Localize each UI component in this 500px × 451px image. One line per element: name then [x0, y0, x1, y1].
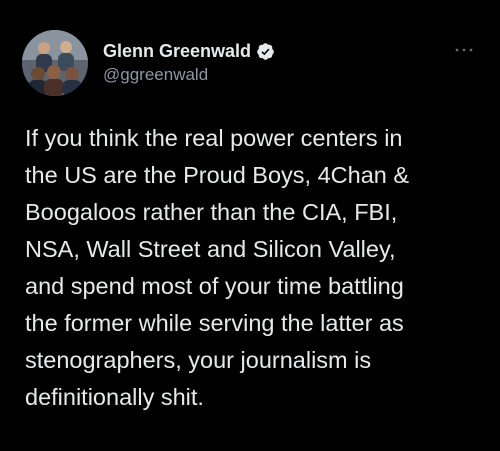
- author-name-row[interactable]: Glenn Greenwald: [103, 39, 275, 63]
- tweet-text-line: Boogaloos rather than the CIA, FBI,: [25, 199, 398, 225]
- tweet-text-line: stenographers, your journalism is: [25, 347, 372, 373]
- verified-badge-icon: [256, 42, 275, 61]
- profile-photo-icon: [22, 30, 88, 96]
- tweet-text-line: and spend most of your time battling: [25, 273, 404, 299]
- author-handle[interactable]: @ggreenwald: [103, 65, 208, 85]
- tweet-text: If you think the real power centers in t…: [25, 120, 485, 416]
- more-horizontal-icon[interactable]: [454, 42, 474, 52]
- tweet-text-line: NSA, Wall Street and Silicon Valley,: [25, 236, 396, 262]
- avatar[interactable]: [22, 30, 88, 96]
- tweet-text-line: If you think the real power centers in: [25, 125, 403, 151]
- tweet-card: Glenn Greenwald @ggreenwald If you think…: [0, 0, 500, 451]
- tweet-text-line: the US are the Proud Boys, 4Chan &: [25, 162, 410, 188]
- tweet-text-line: the former while serving the latter as: [25, 310, 404, 336]
- tweet-text-line: definitionally shit.: [25, 384, 204, 410]
- author-display-name[interactable]: Glenn Greenwald: [103, 41, 251, 62]
